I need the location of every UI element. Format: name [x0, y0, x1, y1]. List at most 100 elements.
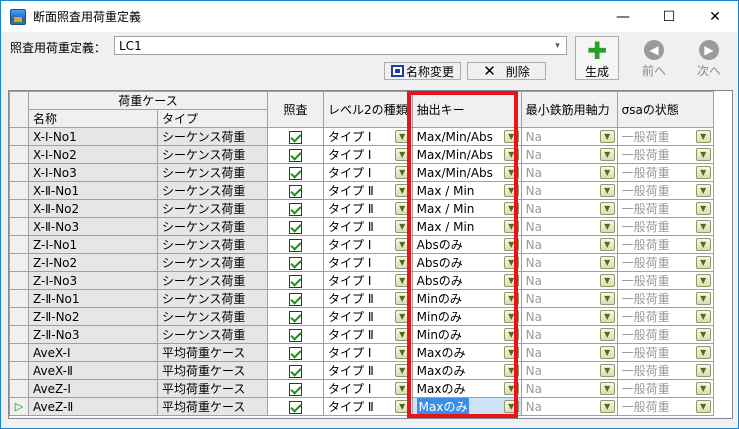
cell-level2[interactable]: タイプ I ▼: [323, 127, 413, 146]
chevron-down-icon[interactable]: ▼: [394, 274, 410, 287]
chevron-down-icon[interactable]: ▼: [695, 274, 711, 287]
cell-sigma-sa[interactable]: 一般荷重 ▼: [616, 199, 714, 218]
chevron-down-icon[interactable]: ▼: [394, 148, 410, 161]
maximize-button[interactable]: ☐: [646, 1, 692, 32]
row-header[interactable]: [9, 379, 29, 398]
cell-level2[interactable]: タイプ I ▼: [323, 145, 413, 164]
chevron-down-icon[interactable]: ▼: [599, 202, 615, 215]
cell-check[interactable]: [267, 343, 324, 362]
chevron-down-icon[interactable]: ▼: [599, 274, 615, 287]
chevron-down-icon[interactable]: ▼: [503, 364, 519, 377]
check-checkbox[interactable]: [289, 346, 302, 360]
row-header[interactable]: [9, 145, 29, 164]
check-checkbox[interactable]: [289, 166, 302, 180]
chevron-down-icon[interactable]: ▼: [695, 346, 711, 359]
chevron-down-icon[interactable]: ▼: [394, 238, 410, 251]
cell-level2[interactable]: タイプ Ⅱ ▼: [323, 325, 413, 344]
cell-sigma-sa[interactable]: 一般荷重 ▼: [616, 307, 714, 326]
next-button[interactable]: ▶ 次へ: [687, 36, 731, 80]
cell-sigma-sa[interactable]: 一般荷重 ▼: [616, 235, 714, 254]
table-row[interactable]: X-I-No3 シーケンス荷重 タイプ I ▼ Max/Min/Abs ▼ Na…: [9, 163, 714, 182]
row-header[interactable]: [9, 325, 29, 344]
table-row[interactable]: Z-Ⅱ-No2 シーケンス荷重 タイプ Ⅱ ▼ Minのみ ▼ Na ▼ 一般荷…: [9, 307, 714, 326]
check-checkbox[interactable]: [289, 292, 302, 306]
cell-level2[interactable]: タイプ Ⅱ ▼: [323, 181, 413, 200]
chevron-down-icon[interactable]: ▼: [394, 130, 410, 143]
cell-min-axial[interactable]: Na ▼: [520, 127, 618, 146]
close-button[interactable]: ✕: [692, 1, 738, 32]
cell-check[interactable]: [267, 235, 324, 254]
cell-check[interactable]: [267, 145, 324, 164]
check-checkbox[interactable]: [289, 130, 302, 144]
cell-min-axial[interactable]: Na ▼: [520, 397, 618, 416]
cell-min-axial[interactable]: Na ▼: [520, 343, 618, 362]
check-checkbox[interactable]: [289, 238, 302, 252]
chevron-down-icon[interactable]: ▼: [394, 382, 410, 395]
cell-sigma-sa[interactable]: 一般荷重 ▼: [616, 379, 714, 398]
row-header[interactable]: [9, 289, 29, 308]
table-row[interactable]: X-I-No1 シーケンス荷重 タイプ I ▼ Max/Min/Abs ▼ Na…: [9, 127, 714, 146]
cell-level2[interactable]: タイプ I ▼: [323, 235, 413, 254]
row-header[interactable]: [9, 127, 29, 146]
check-checkbox[interactable]: [289, 220, 302, 234]
check-checkbox[interactable]: [289, 382, 302, 396]
cell-extract-key[interactable]: Maxのみ ▼: [411, 379, 522, 398]
chevron-down-icon[interactable]: ▼: [503, 148, 519, 161]
table-row[interactable]: Z-I-No3 シーケンス荷重 タイプ I ▼ Absのみ ▼ Na ▼ 一般荷…: [9, 271, 714, 290]
chevron-down-icon[interactable]: ▼: [695, 364, 711, 377]
cell-min-axial[interactable]: Na ▼: [520, 145, 618, 164]
chevron-down-icon[interactable]: ▼: [695, 382, 711, 395]
chevron-down-icon[interactable]: ▼: [599, 400, 615, 413]
chevron-down-icon[interactable]: ▼: [695, 220, 711, 233]
row-header[interactable]: [9, 163, 29, 182]
cell-sigma-sa[interactable]: 一般荷重 ▼: [616, 325, 714, 344]
table-row[interactable]: Z-Ⅱ-No3 シーケンス荷重 タイプ Ⅱ ▼ Minのみ ▼ Na ▼ 一般荷…: [9, 325, 714, 344]
chevron-down-icon[interactable]: ▼: [503, 238, 519, 251]
table-row[interactable]: AveX-I 平均荷重ケース タイプ I ▼ Maxのみ ▼ Na ▼ 一般荷重…: [9, 343, 714, 362]
cell-extract-key[interactable]: Maxのみ ▼: [411, 397, 522, 416]
cell-min-axial[interactable]: Na ▼: [520, 217, 618, 236]
check-checkbox[interactable]: [289, 184, 302, 198]
table-row[interactable]: Z-Ⅱ-No1 シーケンス荷重 タイプ Ⅱ ▼ Minのみ ▼ Na ▼ 一般荷…: [9, 289, 714, 308]
chevron-down-icon[interactable]: ▼: [503, 382, 519, 395]
chevron-down-icon[interactable]: ▼: [394, 328, 410, 341]
chevron-down-icon[interactable]: ▼: [599, 184, 615, 197]
cell-check[interactable]: [267, 271, 324, 290]
header-sigma-sa[interactable]: σsaの状態: [616, 91, 714, 128]
chevron-down-icon[interactable]: ▼: [599, 166, 615, 179]
chevron-down-icon[interactable]: ▼: [394, 166, 410, 179]
row-header[interactable]: [9, 361, 29, 380]
cell-check[interactable]: [267, 361, 324, 380]
cell-min-axial[interactable]: Na ▼: [520, 253, 618, 272]
chevron-down-icon[interactable]: ▼: [599, 310, 615, 323]
chevron-down-icon[interactable]: ▼: [695, 328, 711, 341]
cell-level2[interactable]: タイプ Ⅱ ▼: [323, 307, 413, 326]
chevron-down-icon[interactable]: ▼: [599, 346, 615, 359]
row-header[interactable]: [9, 253, 29, 272]
table-row[interactable]: X-I-No2 シーケンス荷重 タイプ I ▼ Max/Min/Abs ▼ Na…: [9, 145, 714, 164]
cell-extract-key[interactable]: Max / Min ▼: [411, 199, 522, 218]
table-row[interactable]: ▷ AveZ-Ⅱ 平均荷重ケース タイプ Ⅱ ▼ Maxのみ ▼ Na ▼ 一般…: [9, 397, 714, 416]
cell-level2[interactable]: タイプ Ⅱ ▼: [323, 217, 413, 236]
cell-extract-key[interactable]: Max/Min/Abs ▼: [411, 145, 522, 164]
cell-check[interactable]: [267, 379, 324, 398]
row-header[interactable]: [9, 199, 29, 218]
chevron-down-icon[interactable]: ▼: [599, 130, 615, 143]
cell-check[interactable]: [267, 163, 324, 182]
cell-extract-key[interactable]: Minのみ ▼: [411, 289, 522, 308]
chevron-down-icon[interactable]: ▼: [695, 292, 711, 305]
cell-min-axial[interactable]: Na ▼: [520, 271, 618, 290]
cell-level2[interactable]: タイプ Ⅱ ▼: [323, 361, 413, 380]
check-checkbox[interactable]: [289, 328, 302, 342]
cell-sigma-sa[interactable]: 一般荷重 ▼: [616, 397, 714, 416]
cell-level2[interactable]: タイプ I ▼: [323, 163, 413, 182]
delete-button[interactable]: ✕ 削除: [467, 62, 546, 80]
definition-select[interactable]: LC1 ▾: [114, 36, 567, 55]
chevron-down-icon[interactable]: ▼: [599, 256, 615, 269]
cell-sigma-sa[interactable]: 一般荷重 ▼: [616, 163, 714, 182]
generate-button[interactable]: ✚ 生成: [575, 36, 619, 80]
row-header[interactable]: [9, 181, 29, 200]
chevron-down-icon[interactable]: ▼: [394, 310, 410, 323]
check-checkbox[interactable]: [289, 256, 302, 270]
chevron-down-icon[interactable]: ▼: [599, 382, 615, 395]
